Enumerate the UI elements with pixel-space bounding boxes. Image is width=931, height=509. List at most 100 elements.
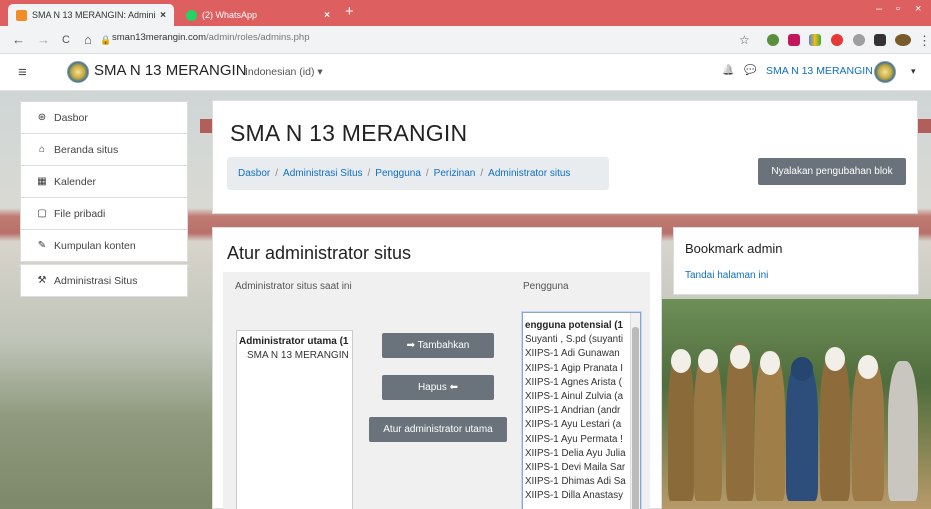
bookmark-admin-block: Bookmark admin Tandai halaman ini [673,227,919,295]
sidebar-item-site-administration[interactable]: ⚒ Administrasi Situs [20,264,188,297]
list-item[interactable]: XIIPS-1 Ayu Permata ! [525,433,640,447]
url-host: sman13merangin.com [112,32,206,43]
whatsapp-favicon-icon [186,9,197,21]
turn-editing-on-button[interactable]: Nyalakan pengubahan blok [758,158,906,185]
extension-icon[interactable] [853,34,865,46]
list-item[interactable]: XIIPS-1 Agip Pranata I [525,362,640,376]
breadcrumb-separator: / [275,168,279,179]
extension-icon[interactable] [767,34,779,46]
block-title: Bookmark admin [685,241,783,256]
school-logo[interactable] [67,61,89,83]
url-field[interactable]: sman13merangin.com/admin/roles/admins.ph… [112,32,310,43]
breadcrumb-site-admin[interactable]: Administrasi Situs [283,168,362,179]
sidebar-item-label: Dasbor [54,111,88,124]
maximize-button[interactable]: ▫ [896,3,900,15]
breadcrumb-permissions[interactable]: Perizinan [434,168,476,179]
lock-icon: 🔒 [100,35,112,45]
list-item[interactable]: XIIPS-1 Andrian (andr [525,404,640,418]
tab-close-icon[interactable]: × [324,10,330,21]
tab-close-icon[interactable]: × [160,10,166,21]
back-button[interactable]: ← [12,32,25,47]
admin-assign-form: Administrator situs saat ini Pengguna Ad… [223,272,650,509]
list-item[interactable]: XIIPS-1 Ainul Zulvia (a [525,390,640,404]
user-menu-caret-icon[interactable]: ▾ [911,66,916,77]
sidebar-item-site-home[interactable]: ⌂ Beranda situs [20,133,188,166]
breadcrumb: Dasbor / Administrasi Situs / Pengguna /… [227,157,609,190]
set-main-admin-button[interactable]: Atur administrator utama [369,417,507,442]
dashboard-icon: ⊛ [37,112,47,123]
notification-bell-icon[interactable]: 🔔 [722,65,734,76]
list-item[interactable]: XIIPS-1 Devi Maila Sar [525,461,640,475]
tab-title: SMA N 13 MERANGIN: Administr [32,10,157,20]
potential-users-optgroup: engguna potensial (1 [525,320,623,331]
home-button[interactable]: ⌂ [84,32,92,47]
messages-icon[interactable]: 💬 [744,65,756,76]
main-region: Atur administrator situs Administrator s… [212,227,662,509]
forward-button[interactable]: → [37,32,50,47]
list-item[interactable]: XIIPS-1 Dhimas Adi Sa [525,475,640,489]
current-admins-select[interactable]: Administrator utama (1 SMA N 13 MERANGIN [236,330,353,509]
add-button[interactable]: ➡ Tambahkan [382,333,494,358]
pencil-icon: ✎ [37,240,47,251]
reload-button[interactable]: C [62,34,70,46]
wrench-icon: ⚒ [37,275,47,286]
minimize-button[interactable]: – [876,3,882,15]
address-toolbar: ← → C ⌂ 🔒 sman13merangin.com/admin/roles… [0,26,931,54]
page-header: SMA N 13 MERANGIN Dasbor / Administrasi … [212,100,918,214]
extension-icon[interactable] [788,34,800,46]
file-icon: ▢ [37,208,47,219]
section-heading: Atur administrator situs [227,243,412,263]
sidebar-item-calendar[interactable]: ▦ Kalender [20,165,188,198]
bookmark-star-icon[interactable]: ☆ [739,33,750,47]
sidebar-item-label: Kumpulan konten [54,239,136,252]
close-window-button[interactable]: × [915,3,921,15]
sidebar-item-label: Administrasi Situs [54,274,138,287]
extension-icon[interactable] [809,34,821,46]
users-label: Pengguna [523,281,569,292]
browser-tab-bar: SMA N 13 MERANGIN: Administr × (2) Whats… [0,0,931,26]
list-scrollbar[interactable] [630,313,640,509]
list-item[interactable]: SMA N 13 MERANGIN [239,349,352,363]
sidebar-item-label: Kalender [54,175,97,188]
breadcrumb-separator: / [367,168,371,179]
nav-drawer-toggle-icon[interactable]: ≡ [18,64,27,81]
extensions-puzzle-icon[interactable] [874,34,886,46]
home-icon: ⌂ [38,144,46,155]
adblock-icon[interactable] [831,34,843,46]
breadcrumb-separator: / [480,168,484,179]
list-item[interactable]: XIIPS-1 Dilla Anastasy [525,489,640,503]
sidebar-item-content-bank[interactable]: ✎ Kumpulan konten [20,229,188,262]
tab-moodle-admin[interactable]: SMA N 13 MERANGIN: Administr × [8,4,174,26]
new-tab-button[interactable]: + [345,3,354,20]
calendar-icon: ▦ [37,176,47,187]
list-item[interactable]: XIIPS-1 Agnes Arista ( [525,376,640,390]
moodle-favicon-icon [16,9,27,21]
page-title: SMA N 13 MERANGIN [230,120,468,146]
language-menu[interactable]: Indonesian (id) ▾ [245,66,323,78]
user-avatar[interactable] [874,61,896,83]
sidebar-item-label: Beranda situs [54,143,119,156]
scrollbar-thumb[interactable] [632,327,639,509]
site-name-link[interactable]: SMA N 13 MERANGIN [94,62,247,79]
breadcrumb-site-administrators[interactable]: Administrator situs [488,168,570,179]
breadcrumb-dashboard[interactable]: Dasbor [238,168,270,179]
list-item[interactable]: XIIPS-1 Adi Gunawan [525,347,640,361]
list-item[interactable]: XIIPS-1 Delia Ayu Julia [525,447,640,461]
list-item[interactable]: XIIPS-1 Ayu Lestari (a [525,418,640,432]
tab-whatsapp[interactable]: (2) WhatsApp × [178,4,338,26]
site-navbar: ≡ SMA N 13 MERANGIN Indonesian (id) ▾ 🔔 … [0,54,931,91]
url-path: /admin/roles/admins.php [206,32,310,43]
list-item[interactable]: Suyanti , S.pd (suyanti [525,333,640,347]
breadcrumb-separator: / [425,168,429,179]
main-admin-optgroup: Administrator utama (1 [239,336,349,347]
sidebar-item-dashboard[interactable]: ⊛ Dasbor [20,101,188,134]
browser-menu-icon[interactable]: ⋮ [918,33,931,49]
breadcrumb-users[interactable]: Pengguna [375,168,421,179]
user-menu-name[interactable]: SMA N 13 MERANGIN [766,65,873,77]
profile-avatar[interactable] [895,34,911,46]
remove-button[interactable]: Hapus ⬅ [382,375,494,400]
sidebar-item-label: File pribadi [54,207,106,220]
bookmark-this-page-link[interactable]: Tandai halaman ini [685,270,768,281]
potential-users-select[interactable]: engguna potensial (1 Suyanti , S.pd (suy… [521,311,642,509]
sidebar-item-private-files[interactable]: ▢ File pribadi [20,197,188,230]
